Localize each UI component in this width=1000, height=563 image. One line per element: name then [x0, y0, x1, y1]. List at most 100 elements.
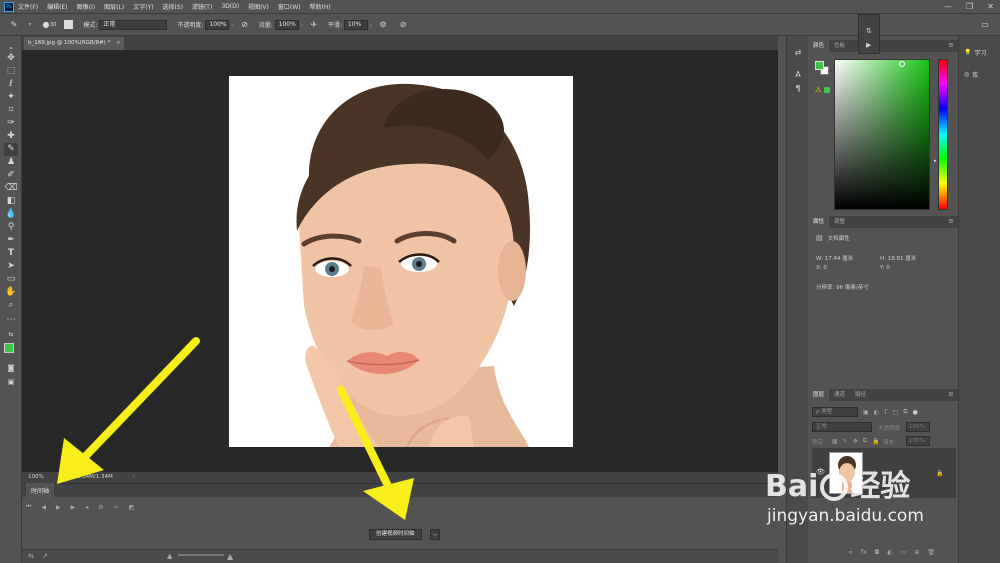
menu-help[interactable]: 帮助(H) [310, 2, 331, 11]
settings-icon[interactable]: ⚙ [98, 504, 103, 511]
menu-view[interactable]: 视图(V) [248, 2, 269, 11]
tab-adjustments[interactable]: 调整 [829, 216, 850, 228]
move-tool-icon[interactable]: ✥ [4, 52, 18, 65]
pen-tool-icon[interactable]: ✒ [4, 234, 18, 247]
gamut-color-icon[interactable] [824, 87, 830, 93]
menu-filter[interactable]: 滤镜(T) [192, 2, 212, 11]
delete-layer-icon[interactable]: 🗑 [927, 549, 935, 556]
brush-tool-icon[interactable]: ✎ [8, 19, 20, 31]
previous-frame-icon[interactable]: ◀ [41, 504, 46, 511]
layer-fx-icon[interactable]: fx [861, 549, 867, 556]
more-tools-icon[interactable]: ⋯ [4, 314, 18, 327]
clone-stamp-tool-icon[interactable]: ♟ [4, 156, 18, 169]
lock-all-icon[interactable]: 🔒 [872, 438, 879, 445]
menu-type[interactable]: 文字(Y) [133, 2, 153, 11]
first-frame-icon[interactable]: ⏮ [26, 503, 31, 511]
next-frame-icon[interactable]: ▶ [71, 504, 76, 511]
restore-button[interactable]: ❐ [966, 2, 973, 11]
menu-layer[interactable]: 图层(L) [104, 2, 124, 11]
transition-icon[interactable]: ◩ [129, 504, 135, 511]
new-adjustment-icon[interactable]: ◐ [887, 549, 892, 556]
create-video-timeline-button[interactable]: 创建视频时间轴 [369, 529, 422, 540]
rectangle-tool-icon[interactable]: ▭ [4, 273, 18, 286]
blur-tool-icon[interactable]: 💧 [4, 208, 18, 221]
type-tool-icon[interactable]: T [4, 247, 18, 260]
play-icon[interactable]: ▶ [56, 504, 61, 511]
tab-channels[interactable]: 通道 [829, 389, 850, 401]
hue-slider-handle-icon[interactable]: ▸ [934, 158, 937, 164]
paragraph-panel-icon[interactable]: ¶ [793, 84, 803, 94]
blend-mode-select[interactable]: 正常 [812, 422, 872, 432]
tab-color[interactable]: 颜色 [808, 40, 830, 52]
filter-type-icon[interactable]: T [884, 409, 888, 416]
gradient-tool-icon[interactable]: ◧ [4, 195, 18, 208]
status-menu-icon[interactable]: › [133, 472, 135, 483]
audio-icon[interactable]: ◂ [85, 504, 88, 511]
healing-brush-tool-icon[interactable]: ✚ [4, 130, 18, 143]
actions-play-icon[interactable]: ▶ [866, 41, 871, 49]
tab-swatches[interactable]: 色板 [829, 40, 850, 52]
timeline-tab[interactable]: 时间轴 [26, 483, 55, 498]
learn-panel-button[interactable]: 💡 学习 [964, 48, 987, 57]
menu-file[interactable]: 文件(F) [18, 2, 38, 11]
brush-tool-icon[interactable]: ✎ [4, 143, 18, 156]
swap-colors-icon[interactable]: ⇆ [4, 328, 18, 341]
timeline-zoom-slider[interactable] [178, 554, 224, 556]
lasso-tool-icon[interactable]: ℓ [4, 78, 18, 91]
filter-shape-icon[interactable]: ▢ [893, 409, 899, 416]
libraries-icon[interactable]: ⇄ [793, 48, 803, 58]
mode-select[interactable]: 正常 [99, 19, 168, 30]
zoom-out-mountain-icon[interactable]: ▲ [167, 552, 172, 560]
crop-tool-icon[interactable]: ⌗ [4, 104, 18, 117]
filter-smart-icon[interactable]: ⧉ [903, 408, 907, 416]
link-layers-icon[interactable]: ∞ [848, 549, 853, 556]
eyedropper-tool-icon[interactable]: ✑ [4, 117, 18, 130]
filter-adjustment-icon[interactable]: ◐ [874, 409, 879, 416]
history-brush-tool-icon[interactable]: ✐ [4, 169, 18, 182]
tab-layers[interactable]: 图层 [808, 389, 830, 401]
add-mask-icon[interactable]: ◘ [875, 549, 880, 556]
pressure-size-icon[interactable]: ⊘ [397, 19, 409, 31]
path-selection-tool-icon[interactable]: ➤ [4, 260, 18, 273]
minimize-button[interactable]: — [944, 2, 952, 11]
screen-mode-icon[interactable]: ▣ [4, 376, 18, 389]
quick-mask-icon[interactable]: ◙ [4, 362, 18, 375]
zoom-tool-icon[interactable]: ⌕ [4, 299, 18, 312]
menu-image[interactable]: 图像(I) [77, 2, 95, 11]
filter-toggle-icon[interactable]: ● [913, 409, 918, 416]
menu-edit[interactable]: 编辑(E) [47, 2, 67, 11]
lock-position-icon[interactable]: ✥ [853, 438, 858, 445]
menu-select[interactable]: 选择(S) [162, 2, 183, 11]
smooth-dropdown-icon[interactable]: ⌄ [369, 22, 373, 28]
layer-filter-select[interactable]: ρ 类型 [812, 407, 858, 417]
render-icon[interactable]: ↗ [42, 552, 48, 560]
lock-artboard-icon[interactable]: ⧉ [863, 437, 867, 445]
panel-menu-icon[interactable]: ≡ [948, 41, 954, 49]
new-group-icon[interactable]: ▭ [901, 549, 907, 556]
document-image[interactable] [229, 76, 573, 447]
layers-menu-icon[interactable]: ≡ [948, 390, 954, 398]
dropdown-arrow-icon[interactable]: ▾ [24, 19, 36, 31]
flow-dropdown-icon[interactable]: ⌄ [300, 22, 304, 28]
filter-pixel-icon[interactable]: ▣ [863, 409, 869, 416]
character-panel-icon[interactable]: A [793, 70, 803, 80]
brush-panel-toggle-icon[interactable] [64, 20, 74, 29]
hue-slider[interactable] [938, 59, 948, 210]
dodge-tool-icon[interactable]: ⚲ [4, 221, 18, 234]
tab-properties[interactable]: 属性 [808, 216, 830, 228]
properties-menu-icon[interactable]: ≡ [948, 217, 954, 225]
history-icon[interactable]: ⇅ [866, 27, 872, 35]
smoothing-settings-gear-icon[interactable]: ⚙ [377, 19, 389, 31]
zoom-level[interactable]: 100% [28, 472, 50, 483]
lock-transparent-icon[interactable]: ▩ [832, 438, 838, 445]
library-panel-button[interactable]: ◎ 库 [964, 70, 978, 79]
convert-icon[interactable]: ⇆ [28, 552, 34, 560]
new-layer-icon[interactable]: ⊞ [914, 549, 919, 556]
marquee-tool-icon[interactable]: ⬚ [4, 65, 18, 78]
opacity-dropdown-icon[interactable]: ⌄ [230, 22, 234, 28]
document-tab[interactable]: b_169.jpg @ 100%(RGB/8#) * × [24, 37, 124, 50]
workspace-icon[interactable]: ▭ [979, 19, 991, 31]
flow-input[interactable]: 100% [274, 19, 299, 30]
close-button[interactable]: ✕ [987, 2, 994, 11]
hand-tool-icon[interactable]: ✋ [4, 286, 18, 299]
